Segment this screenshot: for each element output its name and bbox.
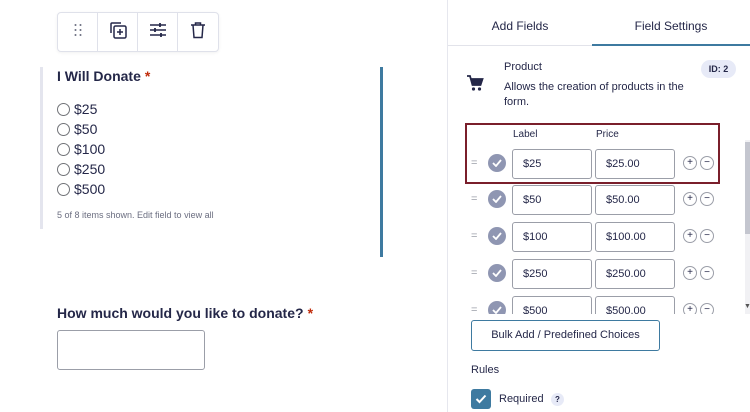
delete-field-button[interactable] bbox=[178, 13, 218, 51]
drag-handle-icon[interactable]: = bbox=[471, 268, 479, 279]
required-checkbox[interactable] bbox=[471, 389, 491, 409]
scroll-down-arrow-icon[interactable]: ▼ bbox=[744, 303, 750, 310]
field-type-description: Allows the creation of products in the f… bbox=[504, 81, 684, 108]
choice-price-input[interactable]: $250.00 bbox=[595, 259, 675, 289]
required-label: Required bbox=[499, 393, 544, 405]
radio-option[interactable]: $250 bbox=[57, 159, 105, 179]
tab-field-settings[interactable]: Field Settings bbox=[592, 0, 750, 46]
radio-option[interactable]: $500 bbox=[57, 179, 105, 199]
duplicate-field-button[interactable] bbox=[98, 13, 138, 51]
choice-label-input[interactable]: $100 bbox=[512, 222, 592, 252]
drag-handle-icon[interactable]: = bbox=[471, 305, 479, 315]
bulk-add-button[interactable]: Bulk Add / Predefined Choices bbox=[471, 320, 660, 351]
choice-label-input[interactable]: $500 bbox=[512, 296, 592, 314]
field-label: I Will Donate * bbox=[57, 68, 150, 84]
add-choice-button[interactable]: + bbox=[683, 229, 697, 243]
radio-option[interactable]: $25 bbox=[57, 99, 105, 119]
field-type-title: Product bbox=[504, 61, 542, 73]
radio-option-label: $500 bbox=[74, 181, 106, 197]
choice-selected-toggle[interactable] bbox=[488, 264, 506, 282]
radio-option[interactable]: $100 bbox=[57, 139, 105, 159]
tab-add-fields[interactable]: Add Fields bbox=[448, 0, 592, 46]
donate-radio-field[interactable]: I Will Donate * $25 $50 $100 $250 $500 5… bbox=[40, 67, 384, 257]
required-asterisk: * bbox=[144, 68, 151, 84]
choice-price-input[interactable]: $100.00 bbox=[595, 222, 675, 252]
choice-selected-toggle[interactable] bbox=[488, 301, 506, 314]
items-shown-note: 5 of 8 items shown. Edit field to view a… bbox=[57, 210, 214, 220]
choices-scrollbar-thumb[interactable] bbox=[745, 142, 750, 234]
choice-price-input[interactable]: $500.00 bbox=[595, 296, 675, 314]
radio-option-label: $100 bbox=[74, 141, 106, 157]
panel-tabs: Add Fields Field Settings bbox=[448, 0, 750, 46]
radio-option-label: $25 bbox=[74, 101, 98, 117]
field-id-badge: ID: 2 bbox=[701, 60, 736, 78]
radio-option-label: $250 bbox=[74, 161, 106, 177]
form-canvas: I Will Donate * $25 $50 $100 $250 $500 5… bbox=[0, 0, 447, 412]
choice-label-input[interactable]: $250 bbox=[512, 259, 592, 289]
radio-option[interactable]: $50 bbox=[57, 119, 105, 139]
remove-choice-button[interactable]: − bbox=[700, 303, 714, 314]
highlighted-choice-box bbox=[465, 123, 720, 184]
field-settings-button[interactable] bbox=[138, 13, 178, 51]
remove-choice-button[interactable]: − bbox=[700, 229, 714, 243]
radio-button[interactable] bbox=[57, 182, 70, 196]
add-choice-button[interactable]: + bbox=[683, 303, 697, 314]
settings-sliders-icon bbox=[149, 22, 167, 43]
remove-choice-button[interactable]: − bbox=[700, 192, 714, 206]
drag-field-button[interactable] bbox=[58, 13, 98, 51]
help-icon[interactable]: ? bbox=[551, 393, 564, 406]
add-choice-button[interactable]: + bbox=[683, 266, 697, 280]
add-choice-button[interactable]: + bbox=[683, 192, 697, 206]
radio-button[interactable] bbox=[57, 142, 70, 156]
radio-button[interactable] bbox=[57, 162, 70, 176]
radio-option-label: $50 bbox=[74, 121, 98, 137]
active-tab-indicator bbox=[592, 44, 750, 46]
choice-price-input[interactable]: $50.00 bbox=[595, 185, 675, 215]
field-left-border bbox=[40, 67, 43, 229]
remove-choice-button[interactable]: − bbox=[700, 266, 714, 280]
donation-amount-input[interactable] bbox=[57, 330, 205, 370]
radio-button[interactable] bbox=[57, 102, 70, 116]
radio-options: $25 $50 $100 $250 $500 bbox=[57, 99, 105, 199]
trash-icon bbox=[190, 21, 206, 44]
drag-dots-icon bbox=[73, 23, 83, 42]
field-toolbar bbox=[57, 12, 219, 52]
field-label-text: How much would you like to donate? bbox=[57, 305, 304, 321]
drag-handle-icon[interactable]: = bbox=[471, 231, 479, 242]
rules-heading: Rules bbox=[471, 364, 500, 376]
field-label-text: I Will Donate bbox=[57, 68, 141, 84]
cart-icon bbox=[466, 74, 484, 97]
choice-selected-toggle[interactable] bbox=[488, 190, 506, 208]
choice-label-input[interactable]: $50 bbox=[512, 185, 592, 215]
drag-handle-icon[interactable]: = bbox=[471, 194, 479, 205]
choice-selected-toggle[interactable] bbox=[488, 227, 506, 245]
settings-panel: Add Fields Field Settings Product Allows… bbox=[448, 0, 750, 412]
required-asterisk: * bbox=[307, 305, 314, 321]
donation-amount-label: How much would you like to donate? * bbox=[57, 305, 313, 321]
radio-button[interactable] bbox=[57, 122, 70, 136]
field-selected-indicator bbox=[380, 67, 383, 257]
duplicate-icon bbox=[108, 20, 128, 45]
